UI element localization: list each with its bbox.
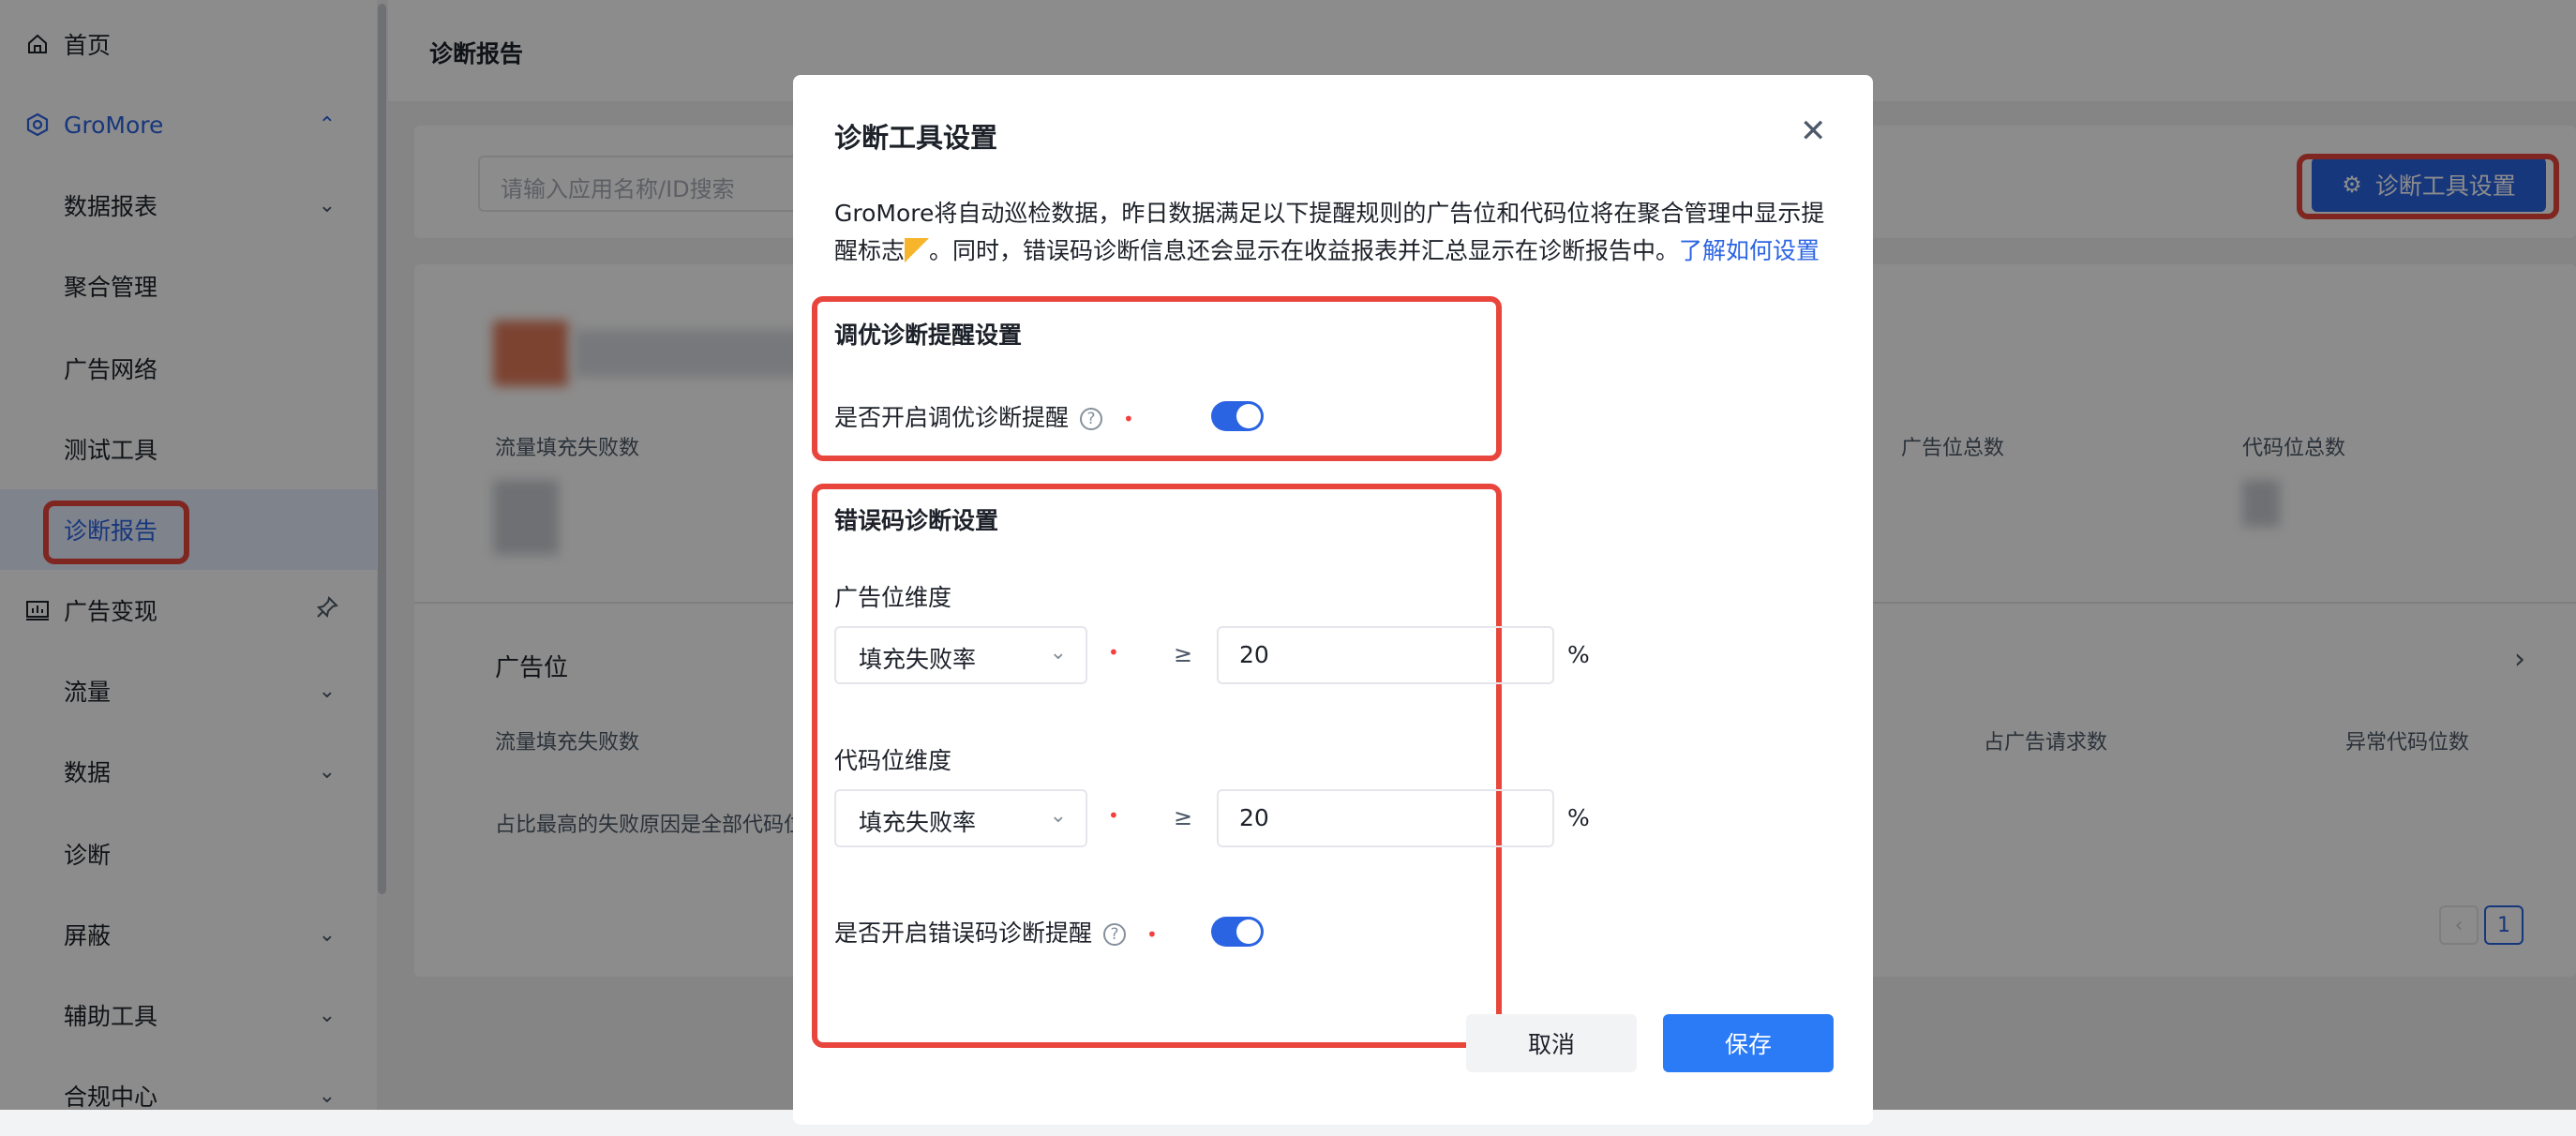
- help-icon[interactable]: ?: [1080, 408, 1103, 430]
- unit-label: %: [1567, 641, 1590, 668]
- required-marker: •: [1108, 641, 1119, 664]
- desc-text: 。同时，错误码诊断信息还会显示在收益报表并汇总显示在诊断报告中。: [929, 237, 1680, 264]
- operator-label: ≥: [1174, 641, 1193, 667]
- ad-threshold-input[interactable]: 20: [1217, 626, 1554, 684]
- modal-description: GroMore将自动巡检数据，昨日数据满足以下提醒规则的广告位和代码位将在聚合管…: [834, 195, 1837, 270]
- error-toggle-label: 是否开启错误码诊断提醒: [834, 919, 1093, 947]
- error-toggle-switch[interactable]: [1211, 917, 1264, 947]
- modal-title: 诊断工具设置: [834, 122, 998, 154]
- unit-label: %: [1567, 804, 1590, 831]
- code-dimension-label: 代码位维度: [834, 747, 952, 774]
- operator-label: ≥: [1174, 804, 1193, 830]
- warning-flag-icon: [905, 238, 930, 262]
- error-toggle-row: 是否开启错误码诊断提醒? •: [834, 915, 1158, 949]
- required-marker: •: [1108, 804, 1119, 827]
- tuning-section-title: 调优诊断提醒设置: [834, 321, 1023, 349]
- settings-modal: 诊断工具设置 ✕ GroMore将自动巡检数据，昨日数据满足以下提醒规则的广告位…: [793, 75, 1873, 1125]
- save-button[interactable]: 保存: [1663, 1014, 1834, 1072]
- chevron-down-icon: ⌄: [1049, 804, 1067, 828]
- close-icon[interactable]: ✕: [1800, 112, 1827, 150]
- help-icon[interactable]: ?: [1103, 923, 1127, 946]
- error-section-title: 错误码诊断设置: [834, 507, 999, 534]
- cancel-button[interactable]: 取消: [1466, 1014, 1637, 1072]
- tuning-toggle-switch[interactable]: [1211, 401, 1264, 431]
- learn-more-link[interactable]: 了解如何设置: [1679, 237, 1820, 264]
- required-marker: •: [1122, 408, 1134, 430]
- code-metric-value: 填充失败率: [859, 809, 977, 836]
- ad-dimension-label: 广告位维度: [834, 584, 952, 611]
- tuning-toggle-row: 是否开启调优诊断提醒? •: [834, 399, 1134, 433]
- tuning-toggle-label: 是否开启调优诊断提醒: [834, 404, 1070, 431]
- chevron-down-icon: ⌄: [1049, 641, 1067, 665]
- ad-metric-select[interactable]: 填充失败率 ⌄: [834, 626, 1087, 684]
- required-marker: •: [1146, 923, 1158, 946]
- ad-metric-value: 填充失败率: [859, 646, 977, 673]
- code-metric-select[interactable]: 填充失败率 ⌄: [834, 789, 1087, 847]
- code-threshold-input[interactable]: 20: [1217, 789, 1554, 847]
